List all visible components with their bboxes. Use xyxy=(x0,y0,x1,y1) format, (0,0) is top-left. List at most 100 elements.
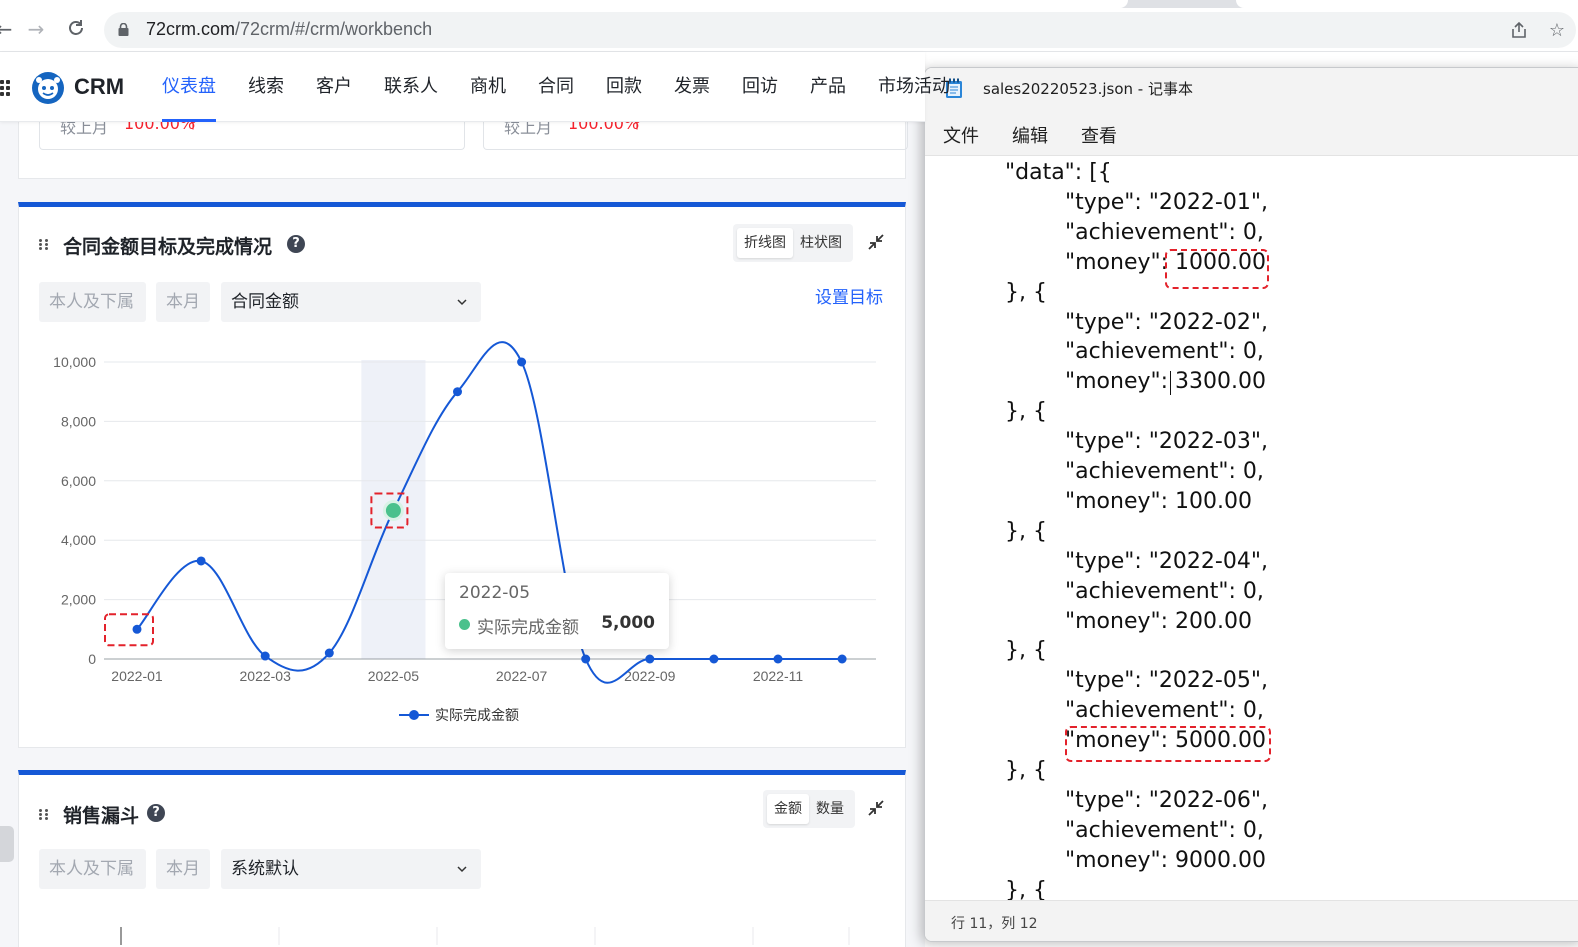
nav-item[interactable]: 仪表盘 xyxy=(146,52,232,122)
text-line: "type": "2022-06", xyxy=(1065,787,1268,813)
x-tick-label: 2022-09 xyxy=(624,668,676,684)
data-point xyxy=(196,556,206,566)
collapse-icon[interactable] xyxy=(867,799,885,817)
share-icon[interactable] xyxy=(1508,20,1530,42)
cursor-position: 行 11，列 12 xyxy=(951,916,1038,932)
nav-item[interactable]: 客户 xyxy=(300,52,368,122)
chevron-down-icon xyxy=(457,866,467,873)
browser-toolbar: ← → 72crm.com/72crm/#/crm/workbench ☆ xyxy=(0,8,1578,52)
notepad-title: sales20220523.json - 记事本 xyxy=(983,80,1193,98)
y-tick-label: 0 xyxy=(88,651,96,667)
tooltip-series-dot xyxy=(459,619,470,630)
x-tick-label: 2022-05 xyxy=(368,668,420,684)
text-line: "achievement": 0, xyxy=(1065,219,1264,245)
bookmark-star-icon[interactable]: ☆ xyxy=(1546,20,1568,42)
text-line: }, { xyxy=(1005,877,1047,900)
menu-edit[interactable]: 编辑 xyxy=(1012,122,1048,148)
text-line: "achievement": 0, xyxy=(1065,578,1264,604)
text-line: }, { xyxy=(1005,279,1047,305)
x-tick-label: 2022-11 xyxy=(753,668,804,684)
text-line: }, { xyxy=(1005,518,1047,544)
text-line: "data": [{ xyxy=(1005,160,1112,185)
data-point xyxy=(260,651,270,661)
data-point xyxy=(837,654,847,664)
funnel-chart-gridlines xyxy=(120,927,850,945)
data-point xyxy=(645,654,655,664)
brand-name: CRM xyxy=(74,74,125,99)
nav-item[interactable]: 发票 xyxy=(658,52,726,122)
forward-icon[interactable]: → xyxy=(24,17,48,41)
nav-item[interactable]: 回访 xyxy=(726,52,794,122)
sales-funnel-card: 销售漏斗 ? 金额 数量 本人及下属 本月 系统默认 xyxy=(18,770,906,947)
funnel-metric-select[interactable]: 系统默认 xyxy=(221,849,481,889)
nav-item[interactable]: 线索 xyxy=(232,52,300,122)
text-line: }, { xyxy=(1005,758,1047,783)
notepad-text-area[interactable]: "data": [{ "type": "2022-01", "achievement… xyxy=(925,156,1578,900)
nav-item[interactable]: 市场活动 xyxy=(862,52,966,122)
main-menu: 仪表盘 线索 客户 联系人 商机 合同 回款 发票 回访 产品 市场活动 xyxy=(146,52,966,122)
menu-view[interactable]: 查看 xyxy=(1081,122,1117,148)
tab-count[interactable]: 数量 xyxy=(809,794,851,824)
dashboard: 较上月 100.00% 🠕 较上月 100.00% 🠕 合同金额目标及完成情况 … xyxy=(0,122,925,947)
text-line: }, { xyxy=(1005,399,1047,425)
reload-icon[interactable] xyxy=(64,17,88,41)
tab-amount[interactable]: 金额 xyxy=(767,794,809,824)
menu-file[interactable]: 文件 xyxy=(943,122,979,148)
text-line: "type": "2022-02", xyxy=(1065,309,1268,335)
text-line: "money": 9000.00 xyxy=(1065,847,1267,873)
help-icon[interactable]: ? xyxy=(147,804,165,822)
x-tick-label: 2022-07 xyxy=(496,668,548,684)
highlight-mark xyxy=(1165,248,1269,289)
x-tick-label: 2022-03 xyxy=(240,668,292,684)
back-icon[interactable]: ← xyxy=(0,17,16,41)
browser-tab[interactable] xyxy=(1236,0,1578,8)
browser-tab[interactable] xyxy=(0,0,1128,8)
legend-marker xyxy=(409,710,419,720)
legend-label: 实际完成金额 xyxy=(435,708,519,724)
chart-tooltip: 2022-05 实际完成金额 5,000 xyxy=(445,573,669,649)
data-point xyxy=(581,654,591,664)
y-tick-label: 4,000 xyxy=(61,532,96,548)
nav-item[interactable]: 商机 xyxy=(454,52,522,122)
notepad-statusbar: 行 11，列 12 xyxy=(925,900,1578,941)
text-line: "type": "2022-01", xyxy=(1065,189,1268,215)
data-point xyxy=(709,654,719,664)
apps-grid-icon[interactable] xyxy=(0,80,14,96)
stat-label: 较上月 xyxy=(504,122,553,137)
crm-header: CRM 仪表盘 线索 客户 联系人 商机 合同 回款 发票 回访 产品 市场活动 xyxy=(0,52,950,122)
scope-filter[interactable]: 本人及下属 xyxy=(39,849,146,889)
side-drawer-handle[interactable] xyxy=(0,826,14,862)
nav-item[interactable]: 回款 xyxy=(590,52,658,122)
text-line: "achievement": 0, xyxy=(1065,817,1264,843)
contract-line-chart[interactable]: 0 2,000 4,000 6,000 8,000 10,000 2022-01 2022-0… xyxy=(19,207,907,753)
address-bar[interactable]: 72crm.com/72crm/#/crm/workbench ☆ xyxy=(104,12,1576,48)
period-filter[interactable]: 本月 xyxy=(156,849,210,889)
text-line: "achievement": 0, xyxy=(1065,698,1264,724)
crm-logo-icon xyxy=(32,72,64,104)
notepad-menubar: 文件 编辑 查看 xyxy=(925,108,1578,156)
tooltip-date: 2022-05 xyxy=(459,583,531,603)
stat-card: 较上月 100.00% 🠕 xyxy=(39,122,465,150)
lock-icon xyxy=(118,23,129,36)
browser-tab-strip xyxy=(0,0,1578,8)
notepad-titlebar[interactable]: sales20220523.json - 记事本 xyxy=(925,68,1578,108)
y-tick-label: 10,000 xyxy=(53,354,96,370)
text-line: "type": "2022-03", xyxy=(1065,429,1268,455)
text-caret xyxy=(1170,371,1171,396)
arrow-up-icon: 🠕 xyxy=(190,122,197,133)
data-point xyxy=(324,648,334,658)
stat-label: 较上月 xyxy=(60,122,109,137)
stat-value: 100.00% xyxy=(568,122,640,133)
data-point xyxy=(773,654,783,664)
nav-item[interactable]: 产品 xyxy=(794,52,862,122)
nav-item[interactable]: 合同 xyxy=(522,52,590,122)
stat-card: 较上月 100.00% 🠕 xyxy=(483,122,908,150)
url-text: 72crm.com/72crm/#/crm/workbench xyxy=(146,19,433,39)
stat-value: 100.00% xyxy=(124,122,196,133)
drag-handle-icon[interactable] xyxy=(39,809,51,821)
text-line: "money": 3300.00 xyxy=(1065,369,1267,395)
y-tick-label: 8,000 xyxy=(61,413,96,429)
text-line: }, { xyxy=(1005,638,1047,664)
text-line: "achievement": 0, xyxy=(1065,459,1264,484)
nav-item[interactable]: 联系人 xyxy=(368,52,454,122)
